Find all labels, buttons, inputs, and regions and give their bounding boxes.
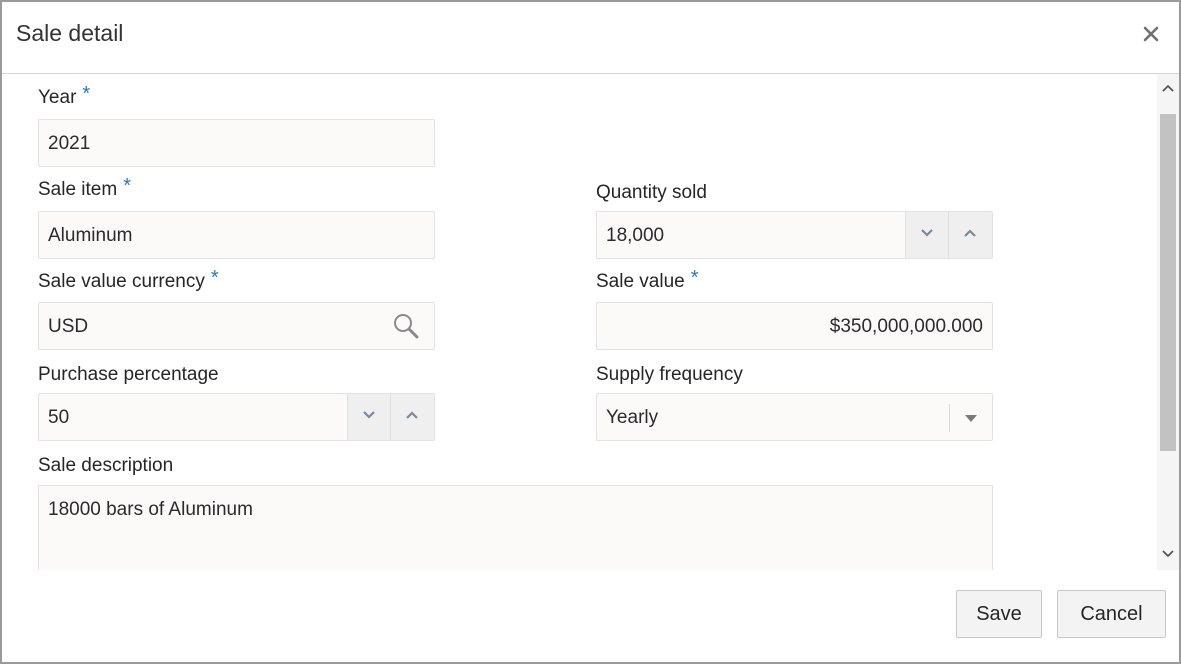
dialog-header: Sale detail [2,2,1179,74]
caret-down-icon[interactable] [964,414,978,423]
purchase-percentage-value: 50 [48,407,70,428]
dialog-body: Year * 2021 Sale item * Aluminum Quantity … [2,74,1179,570]
sale-description-value: 18000 bars of Aluminum [48,499,253,520]
required-marker: * [210,267,219,289]
supply-frequency-value: Yearly [606,407,659,428]
sale-item-label-text: Sale item [38,179,118,200]
quantity-sold-stepper[interactable]: 18,000 [596,211,993,259]
quantity-sold-value: 18,000 [606,225,665,246]
sale-value-currency-label-text: Sale value currency [38,271,205,292]
chevron-down-icon [921,229,933,237]
save-button[interactable]: Save [956,590,1042,638]
purchase-percentage-label: Purchase percentage [38,364,219,385]
chevron-up-icon [964,229,976,237]
dialog-footer: Save Cancel [2,570,1179,662]
chevron-up-icon [406,411,418,419]
supply-frequency-select[interactable]: Yearly [596,393,993,441]
year-label-text: Year [38,87,77,108]
chevron-down-icon [363,411,375,419]
sale-value-value: $350,000,000.000 [829,316,983,337]
year-field[interactable]: 2021 [38,119,435,167]
percentage-decrement-button[interactable] [347,394,391,440]
sale-description-label: Sale description [38,455,174,476]
close-icon[interactable] [1139,22,1163,46]
year-value: 2021 [48,133,91,154]
scroll-down-icon[interactable] [1162,550,1174,558]
year-label: Year * [38,83,91,109]
sale-description-textarea[interactable]: 18000 bars of Aluminum [38,485,993,570]
sale-item-field[interactable]: Aluminum [38,211,435,259]
scroll-up-icon[interactable] [1162,84,1174,92]
purchase-percentage-stepper[interactable]: 50 [38,393,435,441]
required-marker: * [123,175,131,197]
sale-value-label-text: Sale value [596,271,685,292]
sale-detail-dialog: Sale detail Year * 2021 Sale item * Alumin… [0,0,1181,664]
select-divider [949,404,950,432]
quantity-decrement-button[interactable] [905,212,949,258]
scroll-thumb[interactable] [1160,114,1176,451]
dialog-title: Sale detail [16,20,124,46]
sale-item-label: Sale item * [38,175,131,201]
sale-value-currency-field[interactable]: USD [38,302,435,350]
quantity-sold-label: Quantity sold [596,182,707,203]
sale-value-label: Sale value * [596,267,699,293]
vertical-scrollbar[interactable] [1157,74,1179,570]
sale-value-currency-value: USD [48,316,89,337]
required-marker: * [82,83,91,105]
required-marker: * [690,267,699,289]
sale-value-currency-label: Sale value currency * [38,267,219,293]
search-icon[interactable] [392,312,420,340]
quantity-increment-button[interactable] [948,212,992,258]
percentage-increment-button[interactable] [390,394,434,440]
sale-item-value: Aluminum [48,225,133,246]
cancel-button[interactable]: Cancel [1057,590,1166,638]
sale-value-field[interactable]: $350,000,000.000 [596,302,993,350]
supply-frequency-label: Supply frequency [596,364,743,385]
